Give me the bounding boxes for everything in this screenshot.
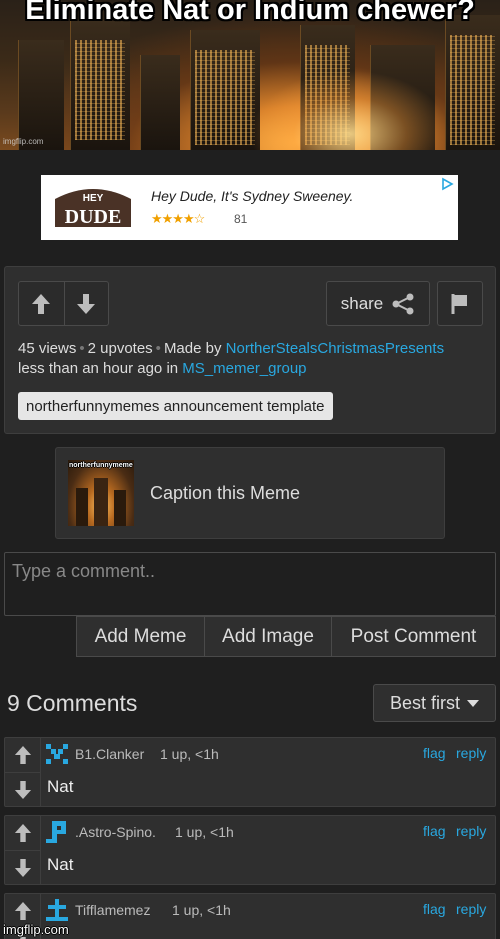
ad-rating-count: 81 bbox=[234, 212, 248, 226]
add-image-button[interactable]: Add Image bbox=[204, 617, 331, 656]
user-avatar-icon[interactable] bbox=[44, 741, 70, 767]
comment-flag-link[interactable]: flag bbox=[423, 745, 446, 761]
template-tag[interactable]: northerfunnymemes announcement template bbox=[18, 392, 333, 420]
caption-this-meme-button[interactable]: northerfunnymeme Caption this Meme bbox=[55, 447, 445, 539]
ad-headline: Hey Dude, It's Sydney Sweeney. bbox=[151, 188, 354, 204]
comment-username[interactable]: B1.Clanker bbox=[75, 746, 144, 762]
hey-dude-logo: HEY DUDE bbox=[55, 189, 131, 228]
ad-choices-icon[interactable] bbox=[440, 177, 454, 191]
add-meme-button[interactable]: Add Meme bbox=[77, 617, 204, 656]
comment: Tifflamemez 1 up, <1h flag reply bbox=[4, 893, 496, 939]
comment-meta: 1 up, <1h bbox=[172, 902, 231, 918]
made-by-label: Made by bbox=[163, 340, 222, 357]
meme-image[interactable]: Eliminate Nat or Indium chewer? imgflip.… bbox=[0, 0, 500, 150]
comment-reply-link[interactable]: reply bbox=[456, 745, 486, 761]
user-avatar-icon[interactable] bbox=[44, 819, 70, 845]
upvote-button[interactable] bbox=[19, 282, 64, 325]
comment-flag-link[interactable]: flag bbox=[423, 901, 446, 917]
author-link[interactable]: NortherStealsChristmasPresents bbox=[226, 340, 444, 357]
comment-meta: 1 up, <1h bbox=[175, 824, 234, 840]
comment-flag-link[interactable]: flag bbox=[423, 823, 446, 839]
meme-time: less than an hour ago in MS_memer_group bbox=[18, 360, 307, 377]
arrow-down-icon bbox=[14, 858, 32, 877]
upvote-count: 2 upvotes bbox=[87, 340, 153, 357]
meme-info-panel: share 45 views • 2 upvotes • Made by Norther… bbox=[4, 266, 496, 434]
meme-thumbnail: northerfunnymeme bbox=[68, 460, 134, 526]
post-comment-button[interactable]: Post Comment bbox=[331, 617, 495, 656]
advertisement[interactable]: HEY DUDE Hey Dude, It's Sydney Sweeney. … bbox=[41, 175, 458, 240]
footer-watermark: imgflip.com bbox=[3, 922, 69, 937]
comment-upvote-button[interactable] bbox=[5, 816, 41, 850]
arrow-up-icon bbox=[14, 824, 32, 842]
svg-text:DUDE: DUDE bbox=[65, 206, 122, 228]
meme-caption: Eliminate Nat or Indium chewer? bbox=[25, 0, 475, 26]
vote-buttons bbox=[18, 281, 109, 326]
thumbnail-caption: northerfunnymeme bbox=[69, 462, 133, 469]
comment-text: Nat bbox=[47, 777, 74, 796]
comment-username[interactable]: .Astro-Spino. bbox=[75, 824, 156, 840]
meme-watermark: imgflip.com bbox=[3, 137, 44, 146]
arrow-up-icon bbox=[14, 902, 32, 920]
ad-rating-stars: ★★★★☆ bbox=[151, 211, 205, 226]
caret-down-icon bbox=[467, 699, 479, 707]
flag-icon bbox=[451, 293, 467, 314]
user-avatar-icon[interactable] bbox=[44, 897, 70, 923]
comment-actions: Add Meme Add Image Post Comment bbox=[76, 616, 496, 657]
arrow-up-icon bbox=[32, 293, 51, 314]
comment: B1.Clanker 1 up, <1h flag reply Nat bbox=[4, 737, 496, 807]
comment-upvote-button[interactable] bbox=[5, 738, 41, 772]
flag-button[interactable] bbox=[437, 281, 483, 326]
arrow-up-icon bbox=[14, 746, 32, 764]
comment-reply-link[interactable]: reply bbox=[456, 901, 486, 917]
comment-username[interactable]: Tifflamemez bbox=[75, 902, 150, 918]
comment-reply-link[interactable]: reply bbox=[456, 823, 486, 839]
arrow-down-icon bbox=[14, 780, 32, 799]
share-label: share bbox=[340, 293, 384, 313]
comment-downvote-button[interactable] bbox=[5, 772, 41, 806]
svg-text:HEY: HEY bbox=[83, 193, 104, 204]
arrow-down-icon bbox=[77, 293, 96, 314]
meme-stats: 45 views • 2 upvotes • Made by NortherSteals… bbox=[18, 340, 445, 357]
downvote-button[interactable] bbox=[63, 282, 109, 325]
comment-meta: 1 up, <1h bbox=[160, 746, 219, 762]
stream-link[interactable]: MS_memer_group bbox=[182, 360, 306, 377]
comment-downvote-button[interactable] bbox=[5, 850, 41, 884]
comment-votes bbox=[5, 816, 41, 884]
time-label: less than an hour ago in bbox=[18, 360, 179, 377]
share-icon bbox=[392, 293, 414, 314]
comment: .Astro-Spino. 1 up, <1h flag reply Nat bbox=[4, 815, 496, 885]
comment-input[interactable] bbox=[4, 552, 496, 616]
share-button[interactable]: share bbox=[326, 281, 430, 326]
view-count: 45 views bbox=[18, 340, 77, 357]
caption-label: Caption this Meme bbox=[150, 483, 301, 503]
comment-text: Nat bbox=[47, 855, 74, 874]
sort-dropdown[interactable]: Best first bbox=[373, 684, 496, 722]
comment-votes bbox=[5, 738, 41, 806]
comments-count: 9 Comments bbox=[7, 690, 138, 716]
sort-label: Best first bbox=[389, 692, 460, 713]
